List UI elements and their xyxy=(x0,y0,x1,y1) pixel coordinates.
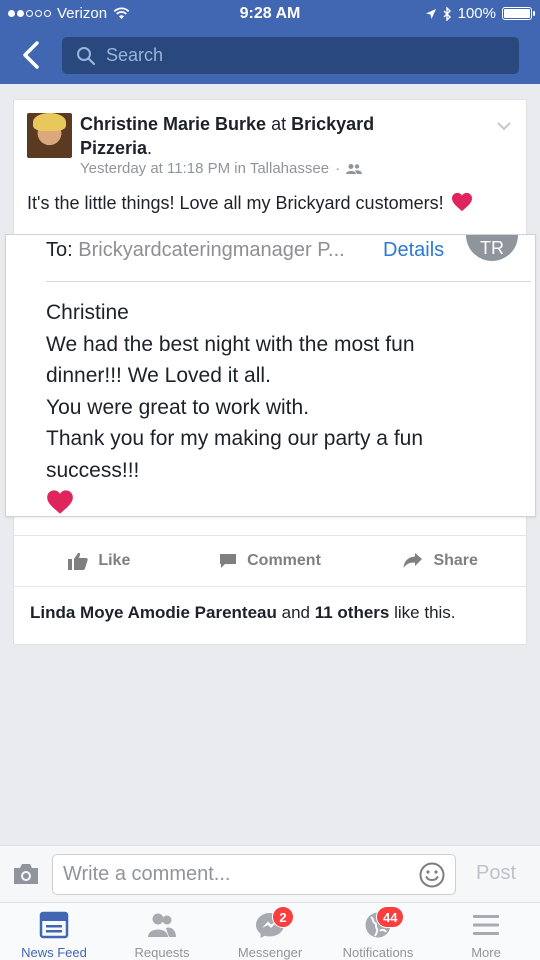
thumbs-up-icon xyxy=(68,552,89,570)
comment-button[interactable]: Comment xyxy=(185,536,356,586)
post-actions: Like Comment Share xyxy=(14,535,526,587)
requests-icon xyxy=(148,913,176,937)
battery-icon xyxy=(502,7,535,20)
likes-and: and xyxy=(281,603,310,622)
comment-input[interactable] xyxy=(63,863,413,886)
system-indicators: 100% xyxy=(425,5,535,22)
search-icon xyxy=(77,46,96,65)
like-button[interactable]: Like xyxy=(14,536,185,586)
tab-label: Messenger xyxy=(237,945,303,960)
message-line: success!!! xyxy=(46,458,140,482)
post-timestamp[interactable]: Yesterday at 11:18 PM in Tallahassee xyxy=(80,160,329,177)
message-body: Christine We had the best night with the… xyxy=(46,297,423,486)
tab-notifications[interactable]: 44 Notifications xyxy=(324,903,432,960)
comment-bubble-icon xyxy=(220,554,237,568)
attached-photo[interactable]: TR To: Brickyardcateringmanager P... Det… xyxy=(5,234,536,517)
heart-emoji-icon xyxy=(47,490,73,514)
search-input[interactable] xyxy=(106,45,486,66)
tab-bar: News Feed Requests 2 Messenger 44 Notifi… xyxy=(0,902,540,960)
camera-icon[interactable] xyxy=(12,862,40,886)
post-comment-button[interactable]: Post xyxy=(476,862,516,885)
comment-bar: Post xyxy=(0,845,540,902)
message-line: Thank you for my making our party a fun xyxy=(46,427,424,450)
tab-messenger[interactable]: 2 Messenger xyxy=(216,903,324,960)
tab-label: More xyxy=(471,945,501,960)
to-label: To: xyxy=(46,239,73,261)
post-meta: Yesterday at 11:18 PM in Tallahassee · xyxy=(80,160,363,177)
meta-separator: · xyxy=(335,160,341,177)
back-button[interactable] xyxy=(20,40,48,70)
notifications-badge: 44 xyxy=(376,906,405,928)
news-feed-icon xyxy=(39,911,69,939)
tab-label: Requests xyxy=(134,945,190,960)
share-arrow-icon xyxy=(403,553,423,568)
tab-news-feed[interactable]: News Feed xyxy=(0,903,108,960)
chevron-down-icon xyxy=(497,122,511,131)
heart-emoji-icon xyxy=(451,192,472,212)
message-line: We had the best night with the most fun xyxy=(46,332,415,356)
post-header: Christine Marie Burke at Brickyard Pizze… xyxy=(80,112,440,160)
search-bar[interactable] xyxy=(62,37,519,74)
messenger-badge: 2 xyxy=(272,906,294,928)
message-line: Christine xyxy=(46,301,129,324)
status-bar: Verizon 9:28 AM 100% xyxy=(0,0,540,28)
tab-label: News Feed xyxy=(21,945,87,960)
message-line: You were great to work with. xyxy=(46,395,310,419)
details-link: Details xyxy=(383,239,445,261)
bluetooth-icon xyxy=(443,6,451,21)
author-avatar[interactable] xyxy=(27,113,72,158)
comment-label: Comment xyxy=(247,552,321,569)
smiley-icon[interactable] xyxy=(419,862,445,888)
likes-others: 11 others xyxy=(314,603,390,622)
divider xyxy=(46,281,531,282)
at-word: at xyxy=(271,114,287,134)
to-address: Brickyardcateringmanager P... xyxy=(78,239,345,261)
liker-names: Linda Moye Amodie Parenteau xyxy=(30,603,277,622)
tab-requests[interactable]: Requests xyxy=(108,903,216,960)
like-label: Like xyxy=(98,552,131,569)
recipient-avatar: TR xyxy=(466,235,518,261)
post-text: It's the little things! Love all my Bric… xyxy=(27,192,473,214)
author-name[interactable]: Christine Marie Burke xyxy=(80,114,266,134)
tab-more[interactable]: More xyxy=(432,903,540,960)
message-recipient: To: Brickyardcateringmanager P... xyxy=(46,239,345,262)
share-label: Share xyxy=(433,552,478,569)
header-period: . xyxy=(147,138,153,158)
location-arrow-icon xyxy=(425,8,436,19)
likes-suffix: like this. xyxy=(394,603,456,622)
post-card: Christine Marie Burke at Brickyard Pizze… xyxy=(5,99,536,645)
battery-percent: 100% xyxy=(457,5,496,22)
top-bar: Verizon 9:28 AM 100% xyxy=(0,0,540,84)
message-line: dinner!!! We Loved it all. xyxy=(46,364,271,387)
tab-label: Notifications xyxy=(342,945,414,960)
post-options-chevron[interactable] xyxy=(496,118,512,136)
likes-summary[interactable]: Linda Moye Amodie Parenteau and 11 other… xyxy=(30,603,456,623)
menu-icon xyxy=(473,915,499,935)
back-arrow-icon xyxy=(23,41,39,69)
share-button[interactable]: Share xyxy=(355,536,526,586)
friends-privacy-icon xyxy=(346,163,363,174)
comment-field[interactable] xyxy=(52,854,456,895)
post-text-content: It's the little things! Love all my Bric… xyxy=(27,193,444,213)
